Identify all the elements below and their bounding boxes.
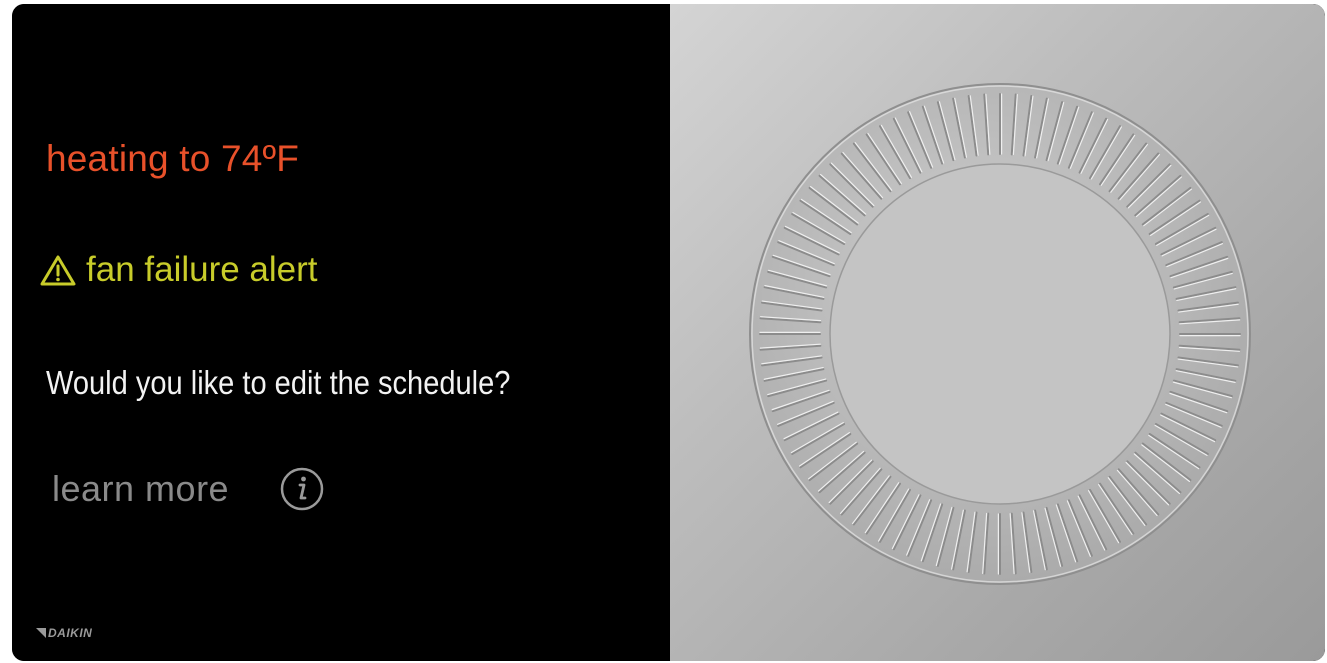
dial-panel bbox=[670, 4, 1325, 661]
edit-schedule-prompt[interactable]: Would you like to edit the schedule? bbox=[46, 364, 510, 402]
info-icon[interactable] bbox=[279, 466, 325, 512]
warning-triangle-icon bbox=[40, 255, 76, 286]
alert-label: fan failure alert bbox=[86, 250, 318, 289]
thermostat-device: heating to 74ºF fan failure alert Would … bbox=[12, 4, 1325, 661]
rotary-dial[interactable] bbox=[740, 74, 1260, 594]
learn-more-link[interactable]: learn more bbox=[52, 468, 229, 510]
heating-status: heating to 74ºF bbox=[46, 138, 300, 179]
daikin-logo-mark bbox=[36, 628, 46, 638]
learn-more-row[interactable]: learn more bbox=[52, 466, 325, 512]
fan-failure-alert[interactable]: fan failure alert bbox=[40, 250, 318, 290]
daikin-logo-text: DAIKIN bbox=[48, 626, 93, 640]
daikin-logo: DAIKIN bbox=[36, 626, 92, 640]
thermostat-screen: heating to 74ºF fan failure alert Would … bbox=[12, 4, 670, 661]
